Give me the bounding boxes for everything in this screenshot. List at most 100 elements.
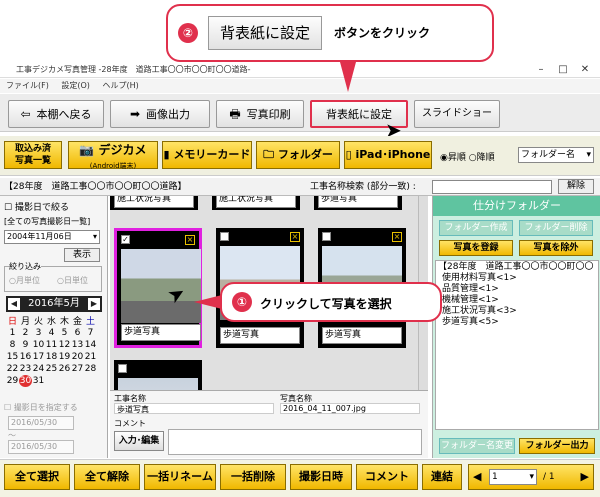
clear-search-button[interactable]: 解除	[558, 179, 594, 194]
captured-list-button[interactable]: 取込み済 写真一覧	[4, 141, 62, 169]
calendar-day[interactable]: 1	[6, 327, 19, 339]
close-icon[interactable]: ×	[392, 232, 402, 242]
folder-tree-item[interactable]: 施工状況写真<3>	[438, 306, 596, 317]
photo-checkbox[interactable]: ✓	[121, 235, 130, 244]
from-date-input[interactable]: 2016/05/30	[8, 416, 74, 430]
calendar-day[interactable]: 20	[71, 351, 84, 363]
calendar-day[interactable]: 8	[6, 339, 19, 351]
calendar-day[interactable]: 18	[45, 351, 58, 363]
select-all-button[interactable]: 全て選択	[4, 464, 70, 490]
to-date-input[interactable]: 2016/05/30	[8, 440, 74, 454]
month-unit-radio[interactable]: ○月単位	[9, 275, 40, 286]
menu-settings[interactable]: 設定(O)	[61, 81, 90, 90]
calendar-day[interactable]: 6	[71, 327, 84, 339]
register-photo-button[interactable]: 写真を登録	[439, 240, 513, 256]
date-select[interactable]: 2004年11月06日 ▾	[4, 230, 100, 244]
sort-asc-radio[interactable]: ◉	[440, 153, 448, 163]
folder-tree-root[interactable]: 【28年度 道路工事〇〇市〇〇町〇〇	[438, 262, 596, 273]
comment-button[interactable]: コメント	[356, 464, 418, 490]
folder-tree-item[interactable]: 品質管理<1>	[438, 284, 596, 295]
folder-icon: 🗀	[263, 148, 278, 161]
delete-folder-button[interactable]: フォルダー削除	[519, 220, 593, 236]
folder-panel-title: 仕分けフォルダー	[433, 196, 600, 216]
comment-field[interactable]	[168, 429, 422, 455]
photo-tile[interactable]	[114, 360, 202, 390]
calendar-weekday: 火	[33, 317, 43, 327]
calendar-day[interactable]: 29	[6, 375, 19, 387]
slideshow-button[interactable]: スライドショー	[414, 100, 500, 128]
edit-comment-button[interactable]: 入力･編集	[114, 431, 164, 451]
date-filter-checkbox[interactable]: ☐ 撮影日で絞る	[4, 200, 69, 213]
calendar-day[interactable]: 27	[71, 363, 84, 375]
maximize-icon[interactable]: □	[552, 62, 574, 77]
calendar-day[interactable]: 10	[32, 339, 45, 351]
photo-tile[interactable]: 施工状況写真	[110, 196, 198, 210]
photo-checkbox[interactable]	[322, 232, 331, 241]
prev-page-icon[interactable]: ◀	[473, 465, 481, 489]
create-folder-button[interactable]: フォルダー作成	[439, 220, 513, 236]
calendar-day[interactable]: 13	[71, 339, 84, 351]
folder-output-button[interactable]: フォルダー出力	[519, 438, 595, 454]
calendar-day[interactable]: 14	[84, 339, 97, 351]
photo-checkbox[interactable]	[118, 364, 127, 373]
batch-rename-button[interactable]: 一括リネーム	[144, 464, 216, 490]
day-unit-radio[interactable]: ○日単位	[57, 275, 88, 286]
calendar-day[interactable]: 22	[6, 363, 19, 375]
close-icon[interactable]: ×	[185, 235, 195, 245]
rename-folder-button[interactable]: フォルダー名変更	[439, 438, 515, 454]
calendar-day[interactable]: 5	[58, 327, 71, 339]
exclude-photo-button[interactable]: 写真を除外	[519, 240, 593, 256]
calendar-day[interactable]: 9	[19, 339, 32, 351]
calendar-day[interactable]: 28	[84, 363, 97, 375]
next-page-icon[interactable]: ▶	[581, 465, 589, 489]
folder-tree-item[interactable]: 機械管理<1>	[438, 295, 596, 306]
shot-datetime-button[interactable]: 撮影日時	[290, 464, 352, 490]
calendar-day[interactable]: 24	[32, 363, 45, 375]
calendar-day[interactable]: 31	[32, 375, 45, 387]
calendar-day[interactable]: 12	[58, 339, 71, 351]
next-month-icon[interactable]: ▶	[88, 298, 100, 310]
deselect-all-button[interactable]: 全て解除	[74, 464, 140, 490]
photo-tile[interactable]: 歩道写真	[314, 196, 402, 210]
folder-tree-item[interactable]: 使用材料写真<1>	[438, 273, 596, 284]
page-select[interactable]: 1 ▾	[489, 469, 537, 485]
digicam-button[interactable]: 📷 デジカメ (Android端末)	[68, 141, 158, 170]
photo-print-button[interactable]: 🖶 写真印刷	[216, 100, 304, 128]
calendar-day[interactable]: 4	[45, 327, 58, 339]
period-checkbox[interactable]: ☐ 撮影日を指定する	[4, 402, 78, 413]
close-icon[interactable]: ×	[290, 232, 300, 242]
photo-tile[interactable]: 施工状況写真	[212, 196, 300, 210]
photo-checkbox[interactable]	[220, 232, 229, 241]
calendar-day[interactable]: 7	[84, 327, 97, 339]
calendar-day[interactable]: 23	[19, 363, 32, 375]
memory-card-button[interactable]: ▮ メモリーカード	[162, 141, 252, 169]
show-button[interactable]: 表示	[64, 248, 100, 262]
calendar-day[interactable]: 26	[58, 363, 71, 375]
prev-month-icon[interactable]: ◀	[8, 298, 20, 310]
ipad-iphone-button[interactable]: ▯ iPad･iPhone	[344, 141, 432, 169]
batch-delete-button[interactable]: 一括削除	[220, 464, 286, 490]
calendar-day[interactable]: 15	[6, 351, 19, 363]
image-output-button[interactable]: ➡ 画像出力	[110, 100, 210, 128]
calendar-day[interactable]: 17	[32, 351, 45, 363]
menu-help[interactable]: ヘルプ(H)	[102, 81, 138, 90]
folder-tree-item[interactable]: 歩道写真<5>	[438, 317, 596, 328]
search-input[interactable]	[432, 180, 552, 194]
folder-button[interactable]: 🗀 フォルダー	[256, 141, 340, 169]
calendar-day[interactable]: 2	[19, 327, 32, 339]
close-icon[interactable]: ✕	[574, 62, 596, 77]
photo-tile-selected[interactable]: ✓ × 歩道写真	[114, 228, 202, 348]
sort-desc-radio[interactable]: ○	[469, 153, 477, 163]
minimize-icon[interactable]: –	[530, 62, 552, 77]
menu-file[interactable]: ファイル(F)	[6, 81, 49, 90]
calendar-day[interactable]: 30	[19, 375, 32, 387]
back-to-shelf-button[interactable]: ⇦ 本棚へ戻る	[8, 100, 104, 128]
calendar-day[interactable]: 21	[84, 351, 97, 363]
calendar-day[interactable]: 19	[58, 351, 71, 363]
concat-button[interactable]: 連結	[422, 464, 462, 490]
calendar-day[interactable]: 11	[45, 339, 58, 351]
sort-field-select[interactable]: フォルダー名 ▾	[518, 147, 594, 163]
calendar-day[interactable]: 3	[32, 327, 45, 339]
calendar-day[interactable]: 25	[45, 363, 58, 375]
calendar-day[interactable]: 16	[19, 351, 32, 363]
